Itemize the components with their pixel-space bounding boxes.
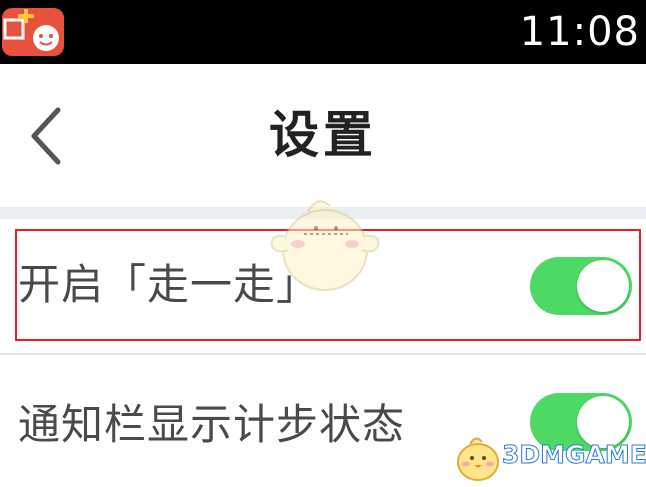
back-button[interactable] bbox=[24, 104, 72, 168]
status-time: 11:08 bbox=[519, 9, 640, 55]
toggle-knob bbox=[577, 260, 629, 312]
page-title: 设置 bbox=[269, 106, 377, 164]
chevron-left-icon bbox=[31, 107, 61, 165]
toggle-knob bbox=[577, 396, 629, 448]
setting-label-walk: 开启「走一走」 bbox=[18, 260, 320, 309]
section-gap bbox=[0, 207, 646, 219]
app-notification-icon bbox=[2, 8, 64, 56]
settings-screen: 11:08 设置 开启「走一走」 通知栏显示计步状态 3DMGAME bbox=[0, 0, 646, 487]
setting-row-walk: 开启「走一走」 bbox=[0, 219, 646, 351]
walk-toggle[interactable] bbox=[530, 257, 632, 315]
step-notification-toggle[interactable] bbox=[530, 393, 632, 451]
status-bar: 11:08 bbox=[0, 0, 646, 64]
setting-row-step-notification: 通知栏显示计步状态 bbox=[0, 355, 646, 487]
title-bar: 设置 bbox=[0, 64, 646, 207]
setting-label-step-notification: 通知栏显示计步状态 bbox=[18, 400, 406, 449]
